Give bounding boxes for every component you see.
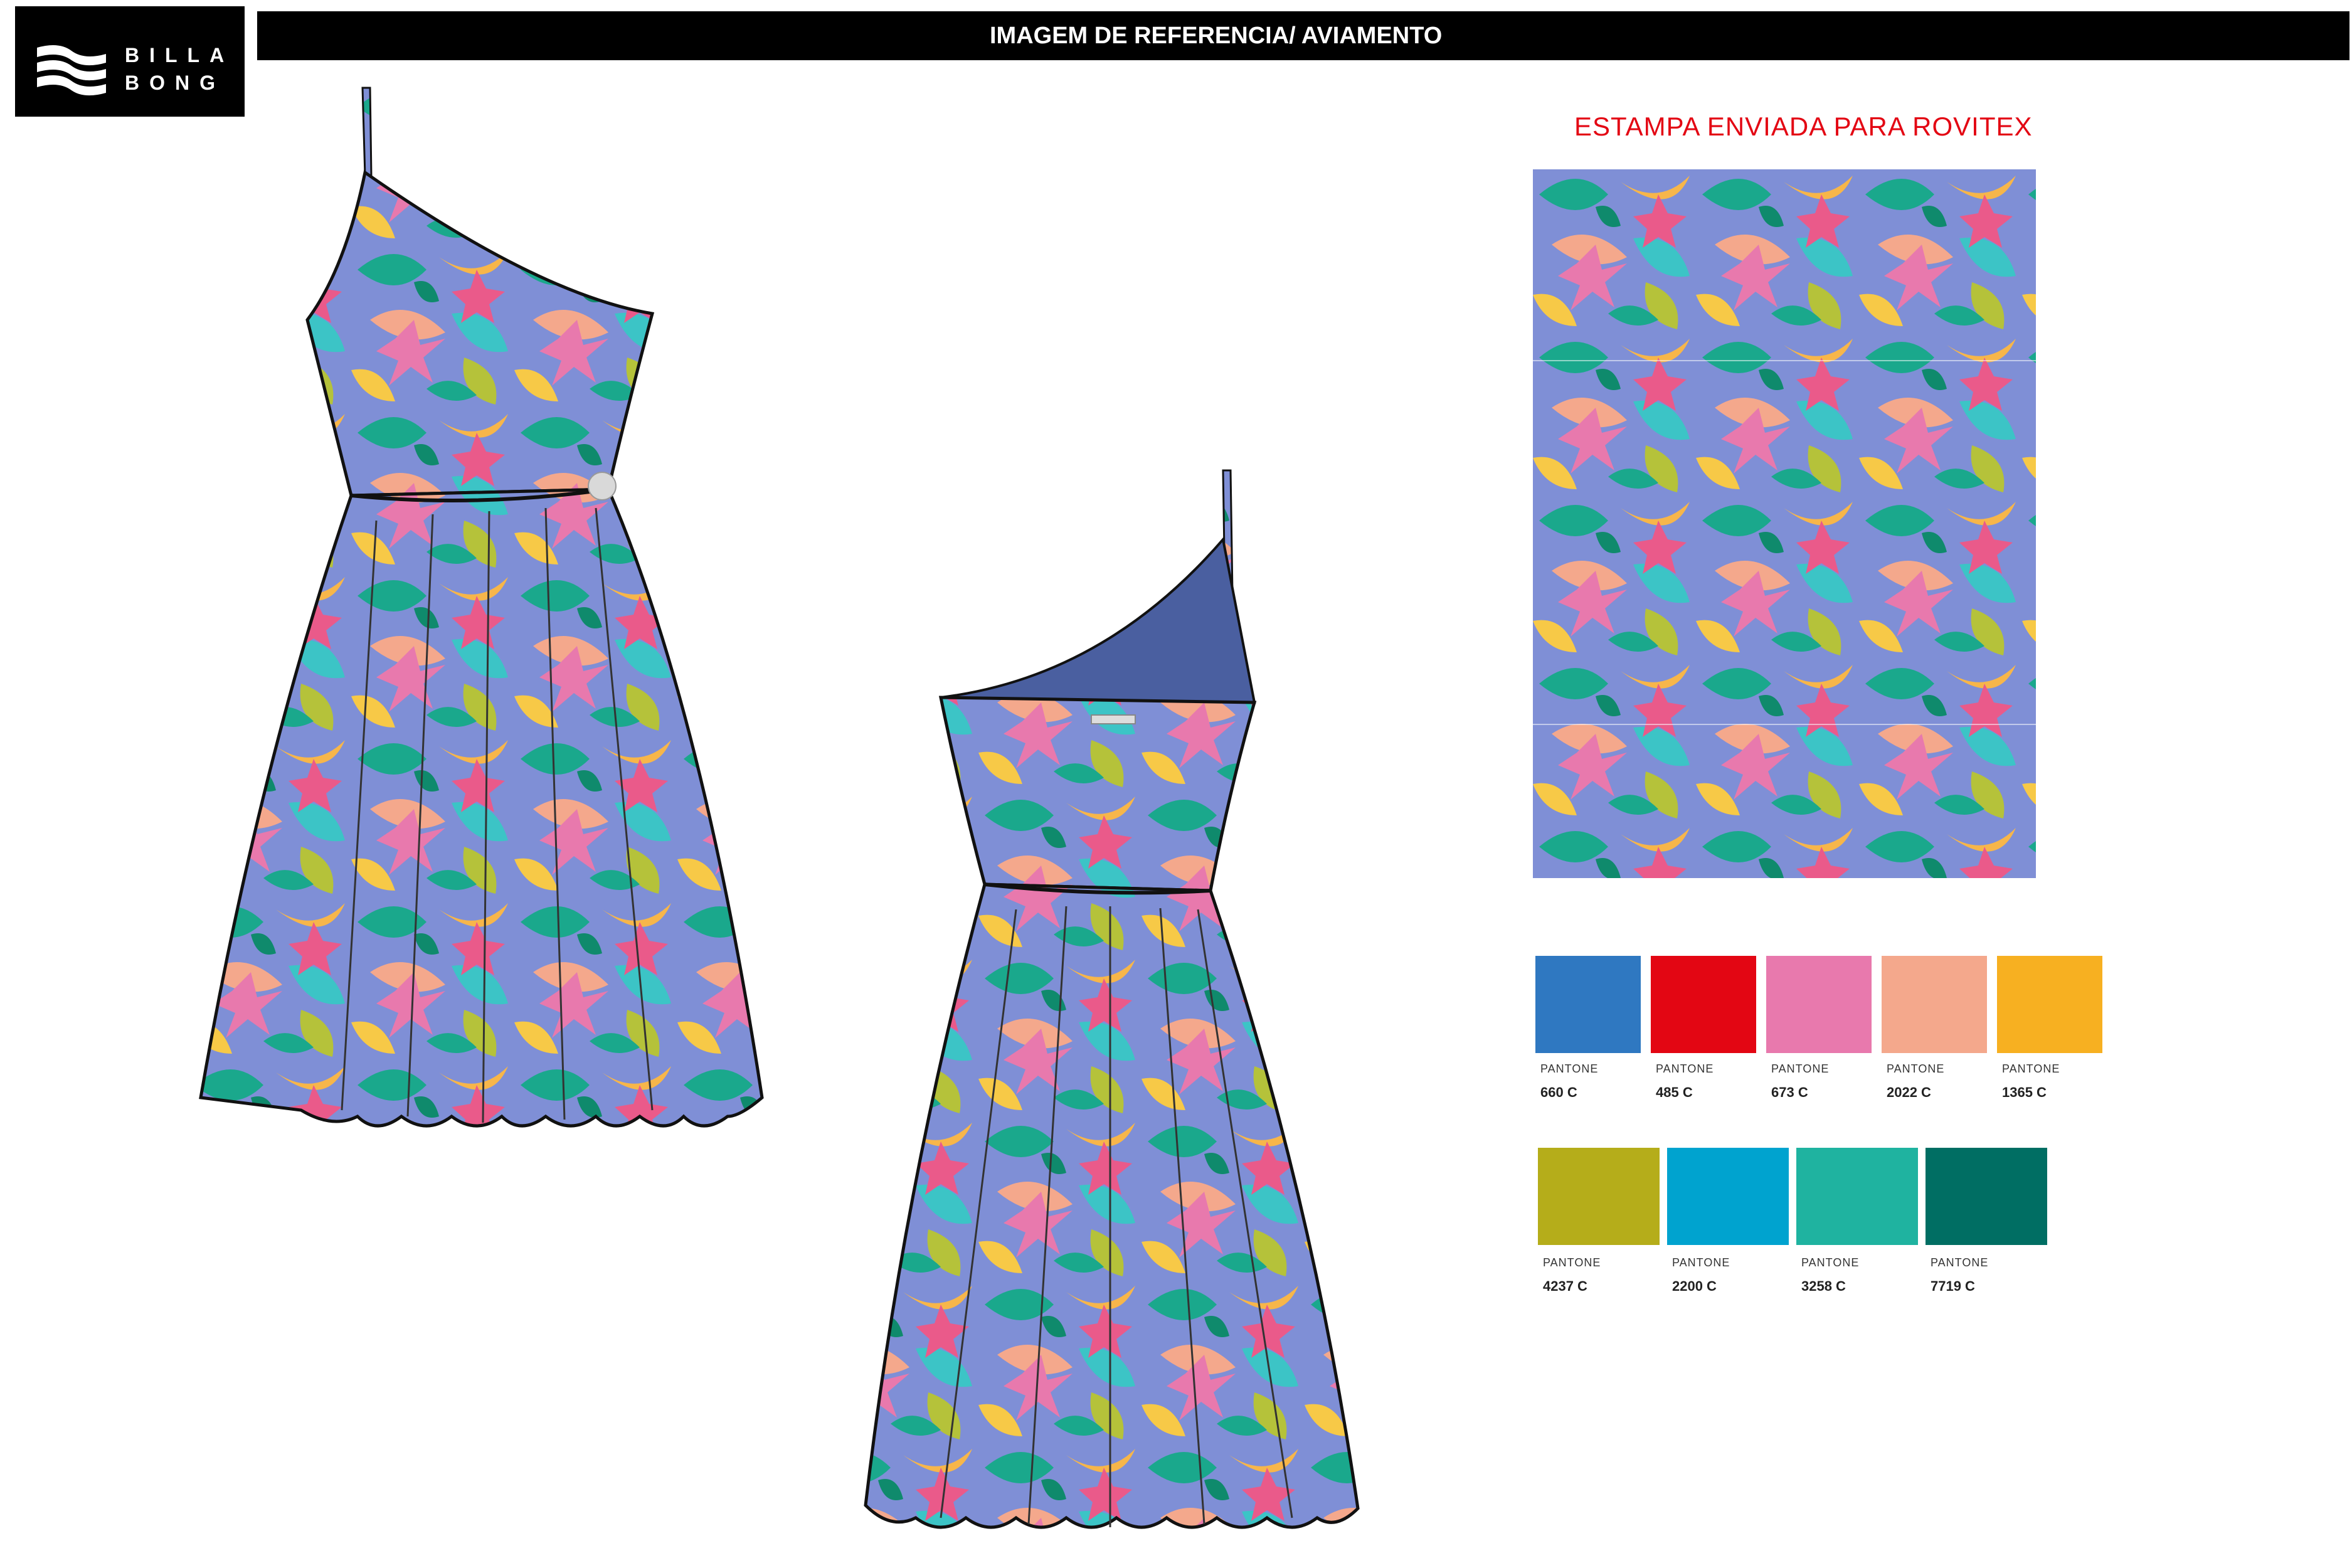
header-bar: IMAGEM DE REFERENCIA/ AVIAMENTO — [257, 11, 2349, 60]
pantone-code-label: 660 C — [1540, 1084, 1577, 1100]
print-swatch — [1533, 169, 2036, 878]
logo-text-line1: BILLA — [125, 44, 235, 66]
pantone-chip: PANTONE 660 C — [1535, 956, 1641, 1103]
pantone-code-label: 2200 C — [1672, 1278, 1717, 1294]
pantone-code-label: 485 C — [1656, 1084, 1693, 1100]
pantone-color-swatch — [1651, 956, 1756, 1053]
pantone-color-swatch — [1926, 1148, 2047, 1245]
pantone-color-swatch — [1667, 1148, 1789, 1245]
pantone-brand-label: PANTONE — [2002, 1062, 2060, 1075]
pantone-chip: PANTONE 1365 C — [1997, 956, 2102, 1103]
pantone-code-label: 7719 C — [1931, 1278, 1975, 1294]
print-heading: ESTAMPA ENVIADA PARA ROVITEX — [1574, 112, 2033, 141]
pantone-chip: PANTONE 673 C — [1766, 956, 1872, 1103]
page-title: IMAGEM DE REFERENCIA/ AVIAMENTO — [990, 23, 1443, 49]
pantone-brand-label: PANTONE — [1931, 1256, 1989, 1269]
pantone-chip: PANTONE 2200 C — [1667, 1148, 1789, 1295]
pantone-brand-label: PANTONE — [1656, 1062, 1714, 1075]
pantone-code-label: 673 C — [1771, 1084, 1808, 1100]
pantone-color-swatch — [1535, 956, 1641, 1053]
pantone-brand-label: PANTONE — [1771, 1062, 1830, 1075]
pantone-chip: PANTONE 4237 C — [1538, 1148, 1660, 1295]
pantone-color-swatch — [1538, 1148, 1660, 1245]
pantone-color-swatch — [1796, 1148, 1918, 1245]
pantone-color-swatch — [1882, 956, 1987, 1053]
pantone-brand-label: PANTONE — [1672, 1256, 1730, 1269]
wave-logo-icon — [37, 45, 106, 96]
pantone-brand-label: PANTONE — [1540, 1062, 1599, 1075]
dress-back-illustration — [864, 469, 1360, 1529]
pantone-chip: PANTONE 3258 C — [1796, 1148, 1918, 1295]
pantone-brand-label: PANTONE — [1887, 1062, 1945, 1075]
pantone-code-label: 3258 C — [1801, 1278, 1846, 1294]
pantone-brand-label: PANTONE — [1801, 1256, 1860, 1269]
pantone-chip: PANTONE 7719 C — [1926, 1148, 2047, 1295]
pantone-brand-label: PANTONE — [1543, 1256, 1601, 1269]
pantone-chip: PANTONE 2022 C — [1882, 956, 1987, 1103]
pantone-color-swatch — [1766, 956, 1872, 1053]
dress-front-illustration — [199, 87, 764, 1128]
pantone-color-swatch — [1997, 956, 2102, 1053]
pantone-chip: PANTONE 485 C — [1651, 956, 1756, 1103]
pantone-code-label: 1365 C — [2002, 1084, 2047, 1100]
pantone-code-label: 2022 C — [1887, 1084, 1931, 1100]
pantone-code-label: 4237 C — [1543, 1278, 1587, 1294]
